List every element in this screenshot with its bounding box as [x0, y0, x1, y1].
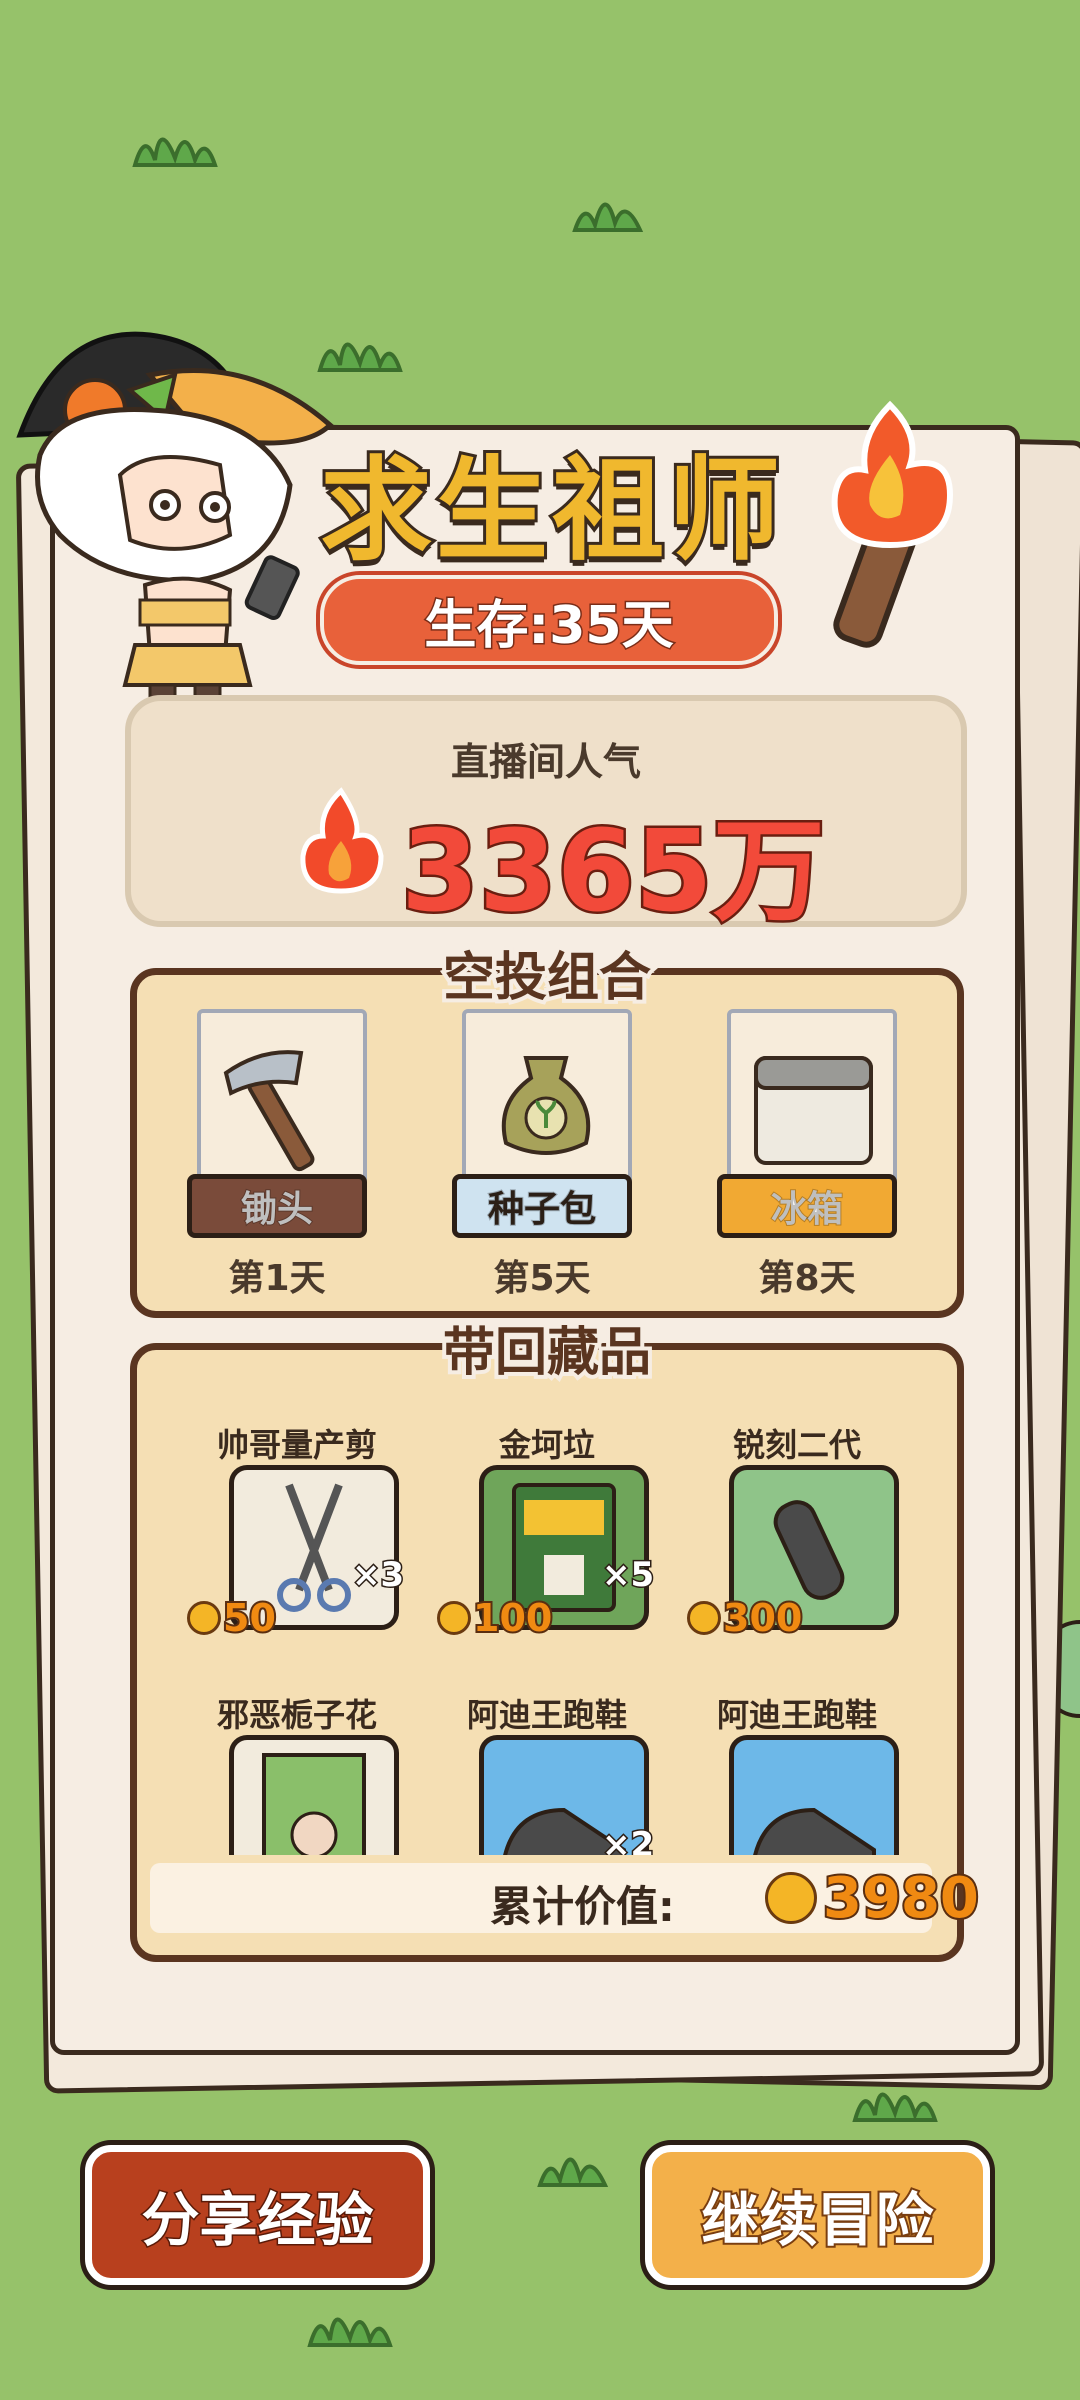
- item-frame: [462, 1009, 632, 1185]
- popularity-label: 直播间人气: [450, 740, 641, 784]
- airdrop-item-day: 第5天: [493, 1258, 591, 1299]
- item-frame: [197, 1009, 367, 1185]
- torch-icon: [831, 400, 954, 648]
- collection-item-name: 阿迪王跑鞋: [716, 1696, 877, 1734]
- page-title: 求生祖师: [317, 443, 784, 579]
- book-cover-icon: [229, 1735, 399, 1855]
- collection-item-name: 阿迪王跑鞋: [466, 1696, 627, 1734]
- fridge-icon: [754, 1056, 873, 1165]
- hoe-icon: [223, 1050, 315, 1172]
- collection-item-price: 50: [187, 1594, 278, 1642]
- survival-days-badge: 生存:35天: [320, 575, 778, 665]
- collection-item-name: 邪恶栀子花: [216, 1696, 377, 1734]
- grass-decoration: [307, 2317, 393, 2347]
- coin-icon: [187, 1601, 221, 1635]
- airdrop-item-name: 冰箱: [717, 1174, 897, 1238]
- share-experience-button[interactable]: 分享经验: [85, 2145, 430, 2285]
- collection-item-qty: ×2: [600, 1824, 655, 1856]
- item-frame: [727, 1009, 897, 1185]
- character-illustration: [16, 331, 334, 747]
- total-value-bar: 累计价值: 3980: [150, 1863, 981, 1933]
- popularity-card: 直播间人气 3365万: [125, 695, 967, 940]
- fire-icon: [300, 787, 384, 894]
- sneaker-icon: [729, 1735, 899, 1855]
- seed-bag-icon: [501, 1056, 591, 1155]
- collection-item-qty: ×5: [600, 1554, 655, 1597]
- airdrop-item-name: 种子包: [452, 1174, 632, 1238]
- airdrop-item-day: 第1天: [228, 1258, 326, 1299]
- collection-item-qty: ×3: [350, 1554, 405, 1597]
- coin-icon: [437, 1601, 471, 1635]
- collection-item-price: 300: [687, 1594, 804, 1642]
- popularity-value: 3365万: [399, 805, 828, 940]
- airdrop-title: 空投组合: [439, 944, 655, 1012]
- collection-grid[interactable]: 帅哥量产剪 ×3 50 金坷垃 ×5 100 锐刻二代 300 邪恶栀子花 阿迪…: [137, 1350, 957, 1855]
- airdrop-item-name: 锄头: [187, 1174, 367, 1238]
- airdrop-panel: 空投组合 锄头 第1天 种子包 第5天 冰箱 第8天: [130, 944, 964, 1318]
- grass-decoration: [132, 137, 218, 167]
- collection-item-name: 金坷垃: [498, 1426, 595, 1464]
- total-value: 3980: [765, 1863, 981, 1933]
- total-value-label: 累计价值:: [490, 1882, 675, 1931]
- collection-item-name: 锐刻二代: [732, 1426, 861, 1464]
- continue-adventure-button[interactable]: 继续冒险: [645, 2145, 990, 2285]
- collection-item-price: 100: [437, 1594, 554, 1642]
- coin-icon: [687, 1601, 721, 1635]
- collection-item-name: 帅哥量产剪: [216, 1426, 377, 1464]
- grass-decoration: [537, 2157, 609, 2187]
- grass-decoration: [572, 202, 644, 232]
- coin-icon: [765, 1872, 817, 1924]
- airdrop-item-day: 第8天: [758, 1258, 856, 1299]
